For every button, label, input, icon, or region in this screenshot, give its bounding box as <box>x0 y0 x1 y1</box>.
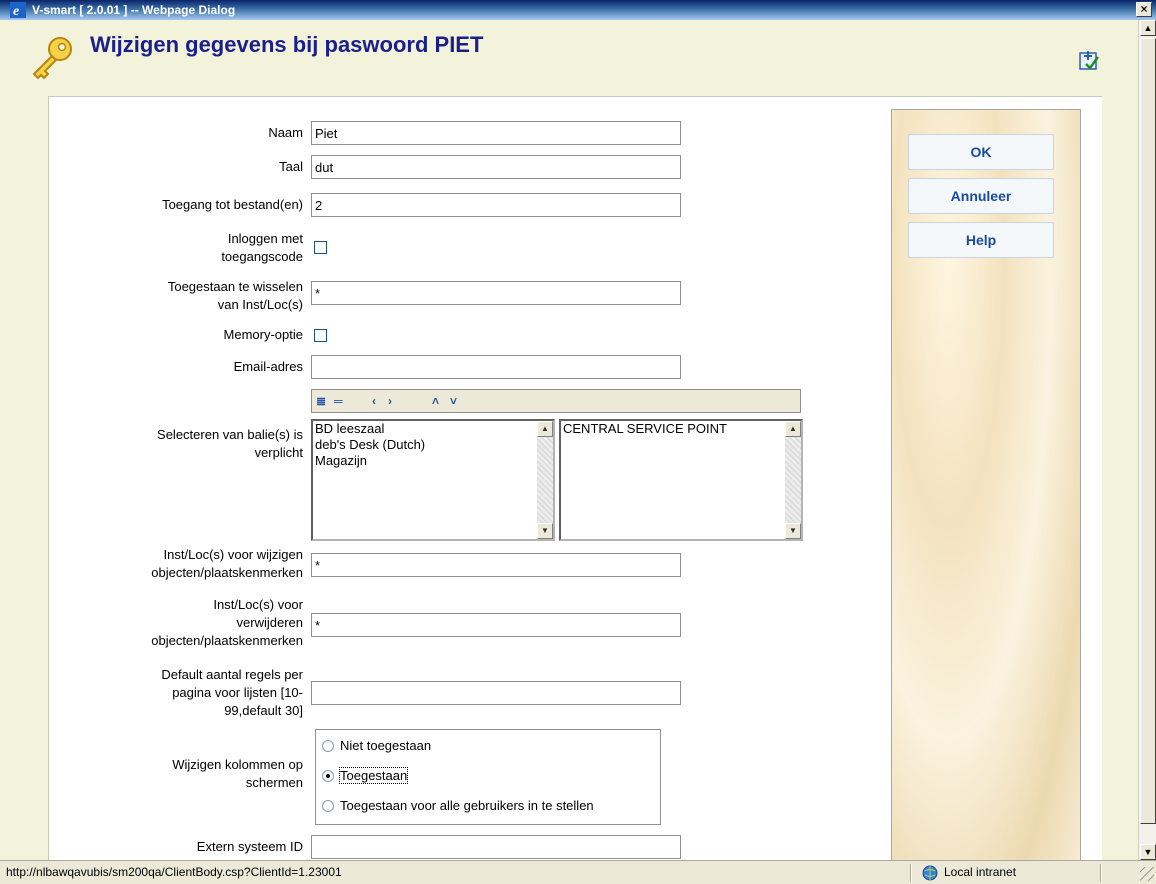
move-right-icon[interactable]: › <box>388 394 392 408</box>
verwijderen-obj-label-1: Inst/Loc(s) voor <box>213 597 303 612</box>
key-icon <box>32 37 72 80</box>
window-titlebar: e V-smart [ 2.0.01 ] -- Webpage Dialog × <box>0 0 1156 20</box>
radio-toegestaan-alle[interactable]: Toegestaan voor alle gebruikers in te st… <box>322 798 594 814</box>
verwijderen-obj-label-3: objecten/plaatskenmerken <box>151 633 303 648</box>
radio-label: Toegestaan <box>338 767 409 784</box>
page-scrollbar[interactable]: ▲ ▼ <box>1138 20 1156 860</box>
status-zone: Local intranet <box>944 865 1017 879</box>
page-title: Wijzigen gegevens bij paswoord PIET <box>90 32 484 57</box>
radio-label: Toegestaan voor alle gebruikers in te st… <box>340 798 594 813</box>
svg-text:e: e <box>13 4 19 18</box>
taal-input[interactable] <box>311 155 681 179</box>
memory-checkbox[interactable] <box>314 329 327 342</box>
balie-label-2: verplicht <box>254 445 303 460</box>
radio-button[interactable] <box>322 800 334 812</box>
inloggen-label-1: Inloggen met <box>227 231 303 246</box>
window-title: V-smart [ 2.0.01 ] -- Webpage Dialog <box>32 3 236 17</box>
regels-label-1: Default aantal regels per <box>161 667 303 682</box>
extern-input[interactable] <box>311 835 681 859</box>
balie-label-1: Selecteren van balie(s) is <box>157 427 303 442</box>
move-up-icon[interactable]: ˄ <box>432 394 439 408</box>
form-panel: Naam Taal Toegang tot bestand(en) Inlogg… <box>48 96 1102 860</box>
list-item[interactable]: CENTRAL SERVICE POINT <box>561 421 801 437</box>
inloggen-checkbox[interactable] <box>314 241 327 254</box>
list-scrollbar[interactable]: ▲ ▼ <box>785 421 801 539</box>
naam-input[interactable] <box>311 121 681 145</box>
kolommen-label-2: schermen <box>245 775 303 790</box>
radio-button[interactable] <box>322 740 334 752</box>
radio-toegestaan[interactable]: Toegestaan <box>322 767 409 784</box>
list-item[interactable]: BD leeszaal <box>313 421 553 437</box>
move-down-icon[interactable]: ˅ <box>450 394 457 408</box>
balie-selected-list[interactable]: CENTRAL SERVICE POINT ▲ ▼ <box>559 419 803 541</box>
status-url: http://nlbawqavubis/sm200qa/ClientBody.c… <box>6 865 342 879</box>
select-all-icon[interactable]: ≣ <box>316 394 326 408</box>
scroll-down-icon[interactable]: ▼ <box>785 523 801 539</box>
balie-available-list[interactable]: BD leeszaal deb's Desk (Dutch) Magazijn … <box>311 419 555 541</box>
wisselen-label-2: van Inst/Loc(s) <box>217 297 303 312</box>
scroll-thumb[interactable] <box>1140 38 1156 824</box>
wijzigen-obj-input[interactable] <box>311 553 681 577</box>
extern-label: Extern systeem ID <box>196 839 303 854</box>
help-button[interactable]: Help <box>908 222 1054 258</box>
kolommen-label-1: Wijzigen kolommen op <box>172 757 303 772</box>
verwijderen-obj-label-2: verwijderen <box>236 615 303 630</box>
ok-button[interactable]: OK <box>908 134 1054 170</box>
page-check-icon[interactable] <box>1078 50 1100 72</box>
internet-explorer-icon: e <box>10 2 26 18</box>
radio-button[interactable] <box>322 770 334 782</box>
email-input[interactable] <box>311 355 681 379</box>
verwijderen-obj-input[interactable] <box>311 613 681 637</box>
toegang-input[interactable] <box>311 193 681 217</box>
inloggen-label-2: toegangscode <box>221 249 303 264</box>
scroll-down-icon[interactable]: ▼ <box>1140 844 1156 860</box>
scroll-up-icon[interactable]: ▲ <box>785 421 801 437</box>
status-divider <box>1100 864 1102 882</box>
list-item[interactable]: Magazijn <box>313 453 553 469</box>
balie-toolbar: ≣ ═ ‹ › ˄ ˅ <box>311 389 801 413</box>
naam-label: Naam <box>268 125 303 140</box>
resize-grip[interactable] <box>1140 867 1154 881</box>
taal-label: Taal <box>279 159 303 174</box>
wijzigen-obj-label-2: objecten/plaatskenmerken <box>151 565 303 580</box>
scroll-down-icon[interactable]: ▼ <box>537 523 553 539</box>
radio-label: Niet toegestaan <box>340 738 432 753</box>
wijzigen-obj-label-1: Inst/Loc(s) voor wijzigen <box>163 547 303 562</box>
status-divider <box>910 864 912 882</box>
email-label: Email-adres <box>233 359 303 374</box>
dialog-body: Wijzigen gegevens bij paswoord PIET Naam… <box>0 20 1138 860</box>
scroll-up-icon[interactable]: ▲ <box>537 421 553 437</box>
scroll-up-icon[interactable]: ▲ <box>1140 20 1156 36</box>
wisselen-label-1: Toegestaan te wisselen <box>167 279 303 294</box>
regels-label-2: pagina voor lijsten [10- <box>172 685 303 700</box>
regels-label-3: 99,default 30] <box>224 703 303 718</box>
close-button[interactable]: × <box>1136 2 1152 17</box>
deselect-all-icon[interactable]: ═ <box>334 394 343 408</box>
memory-label: Memory-optie <box>223 327 303 342</box>
radio-niet-toegestaan[interactable]: Niet toegestaan <box>322 738 431 754</box>
status-bar: http://nlbawqavubis/sm200qa/ClientBody.c… <box>0 860 1156 884</box>
kolommen-radio-group: Niet toegestaan Toegestaan Toegestaan vo… <box>315 729 661 825</box>
wisselen-input[interactable] <box>311 281 681 305</box>
cancel-button[interactable]: Annuleer <box>908 178 1054 214</box>
action-panel: OK Annuleer Help <box>891 109 1081 860</box>
toegang-label: Toegang tot bestand(en) <box>162 197 303 212</box>
list-scrollbar[interactable]: ▲ ▼ <box>537 421 553 539</box>
regels-input[interactable] <box>311 681 681 705</box>
intranet-globe-icon <box>922 865 938 881</box>
list-item[interactable]: deb's Desk (Dutch) <box>313 437 553 453</box>
move-left-icon[interactable]: ‹ <box>372 394 376 408</box>
